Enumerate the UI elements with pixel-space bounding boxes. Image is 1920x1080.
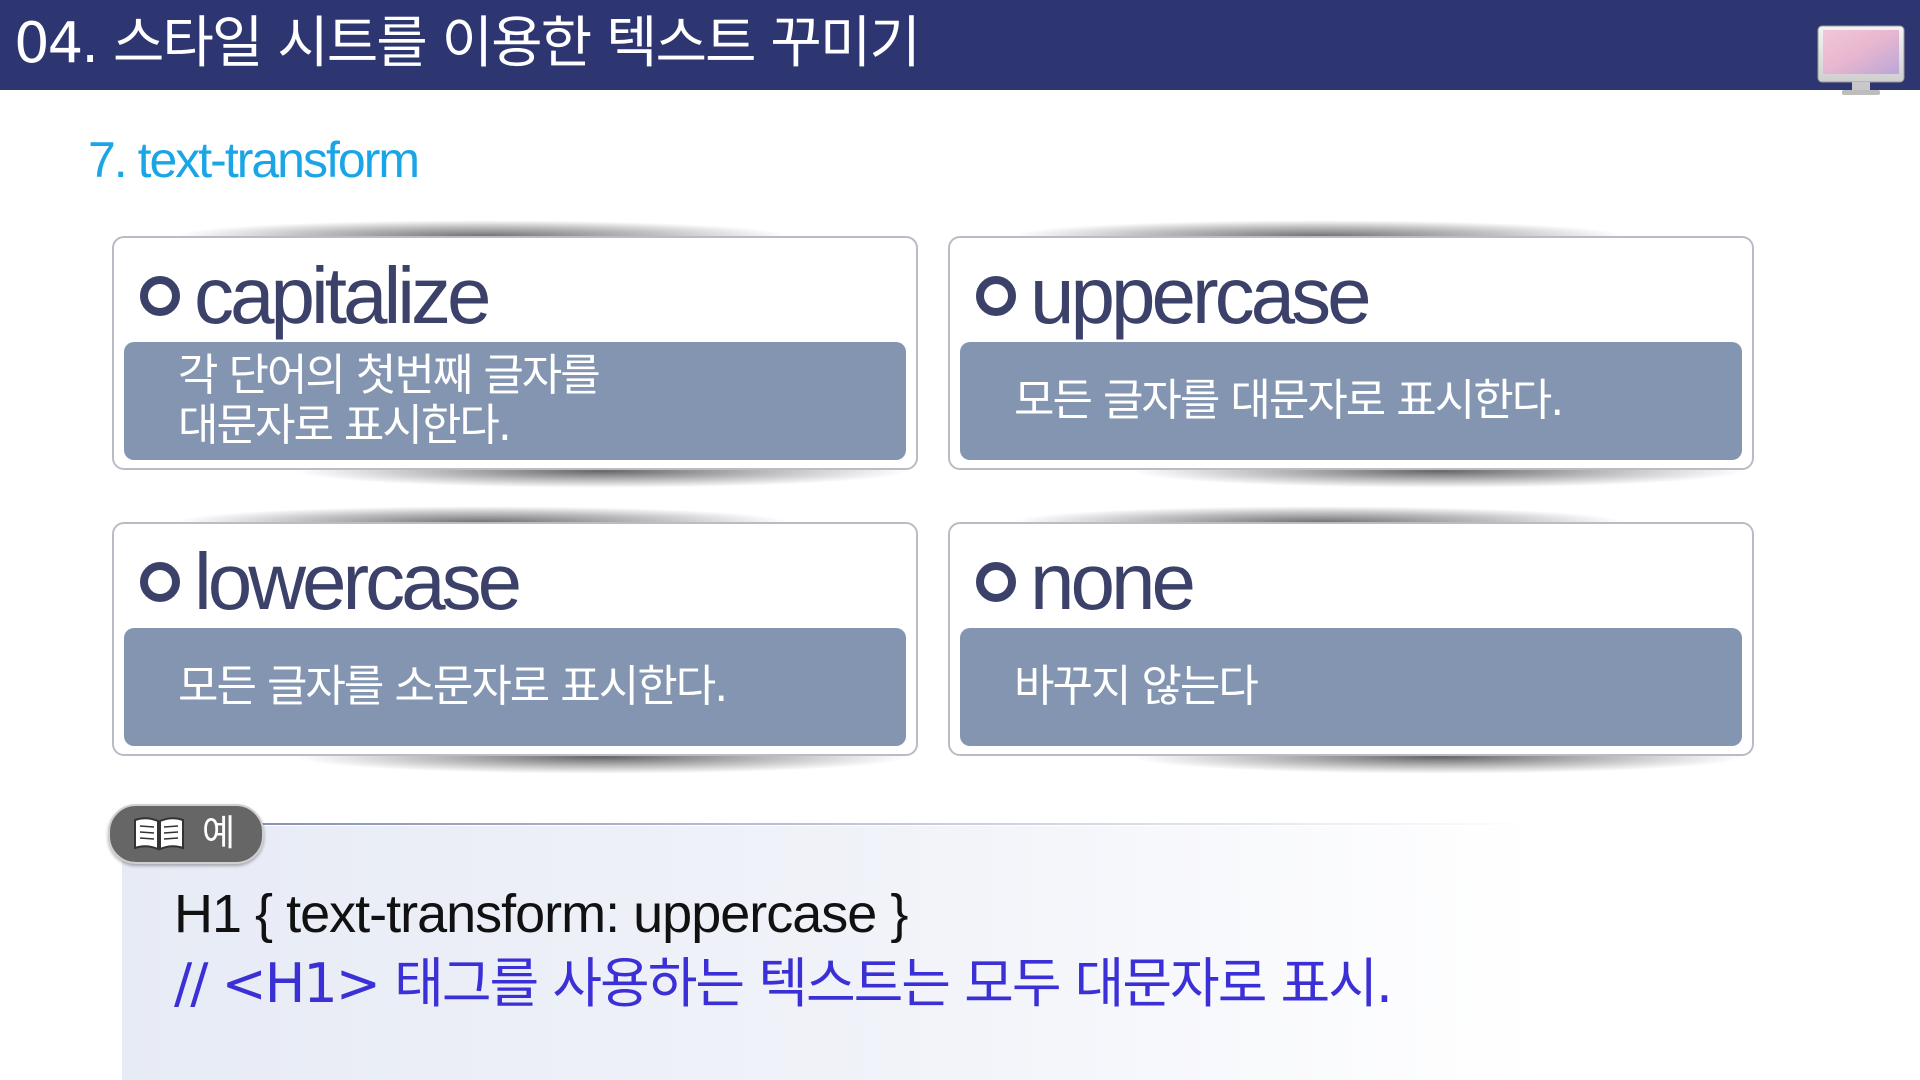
- description-box: 각 단어의 첫번째 글자를 대문자로 표시한다.: [124, 342, 906, 460]
- monitor-icon: [1817, 25, 1905, 95]
- card-uppercase: uppercase 모든 글자를 대문자로 표시한다.: [948, 220, 1754, 488]
- keyword-row: capitalize: [140, 246, 492, 346]
- example-divider: [258, 823, 1538, 825]
- description-box: 모든 글자를 소문자로 표시한다.: [124, 628, 906, 746]
- description-box: 모든 글자를 대문자로 표시한다.: [960, 342, 1742, 460]
- description-text: 모든 글자를 대문자로 표시한다.: [1014, 375, 1564, 426]
- card-frame: none 바꾸지 않는다: [948, 522, 1754, 756]
- keyword-label: capitalize: [194, 251, 492, 340]
- keyword-label: none: [1030, 537, 1196, 626]
- keyword-label: lowercase: [194, 537, 522, 626]
- card-none: none 바꾸지 않는다: [948, 506, 1754, 774]
- header-bar: 04. 스타일 시트를 이용한 텍스트 꾸미기: [0, 0, 1920, 95]
- card-frame: capitalize 각 단어의 첫번째 글자를 대문자로 표시한다.: [112, 236, 918, 470]
- description-box: 바꾸지 않는다: [960, 628, 1742, 746]
- page-title: 04. 스타일 시트를 이용한 텍스트 꾸미기: [14, 11, 921, 76]
- card-frame: uppercase 모든 글자를 대문자로 표시한다.: [948, 236, 1754, 470]
- bullet-icon: [140, 562, 180, 602]
- bullet-icon: [976, 276, 1016, 316]
- code-example: H1 { text-transform: uppercase }: [174, 884, 908, 944]
- keyword-row: lowercase: [140, 532, 522, 632]
- description-text: 각 단어의 첫번째 글자를 대문자로 표시한다.: [178, 350, 601, 451]
- keyword-row: none: [976, 532, 1196, 632]
- card-frame: lowercase 모든 글자를 소문자로 표시한다.: [112, 522, 918, 756]
- keyword-label: uppercase: [1030, 251, 1372, 340]
- keyword-row: uppercase: [976, 246, 1372, 346]
- bullet-icon: [976, 562, 1016, 602]
- bullet-icon: [140, 276, 180, 316]
- book-icon: [134, 817, 184, 851]
- description-text: 바꾸지 않는다: [1014, 661, 1259, 712]
- code-comment: // <H1> 태그를 사용하는 텍스트는 모두 대문자로 표시.: [174, 952, 1393, 1015]
- section-title: 7. text-transform: [88, 132, 420, 188]
- description-text: 모든 글자를 소문자로 표시한다.: [178, 661, 728, 712]
- example-label: 예: [202, 813, 236, 854]
- card-lowercase: lowercase 모든 글자를 소문자로 표시한다.: [112, 506, 918, 774]
- card-capitalize: capitalize 각 단어의 첫번째 글자를 대문자로 표시한다.: [112, 220, 918, 488]
- example-tab: 예: [108, 804, 264, 864]
